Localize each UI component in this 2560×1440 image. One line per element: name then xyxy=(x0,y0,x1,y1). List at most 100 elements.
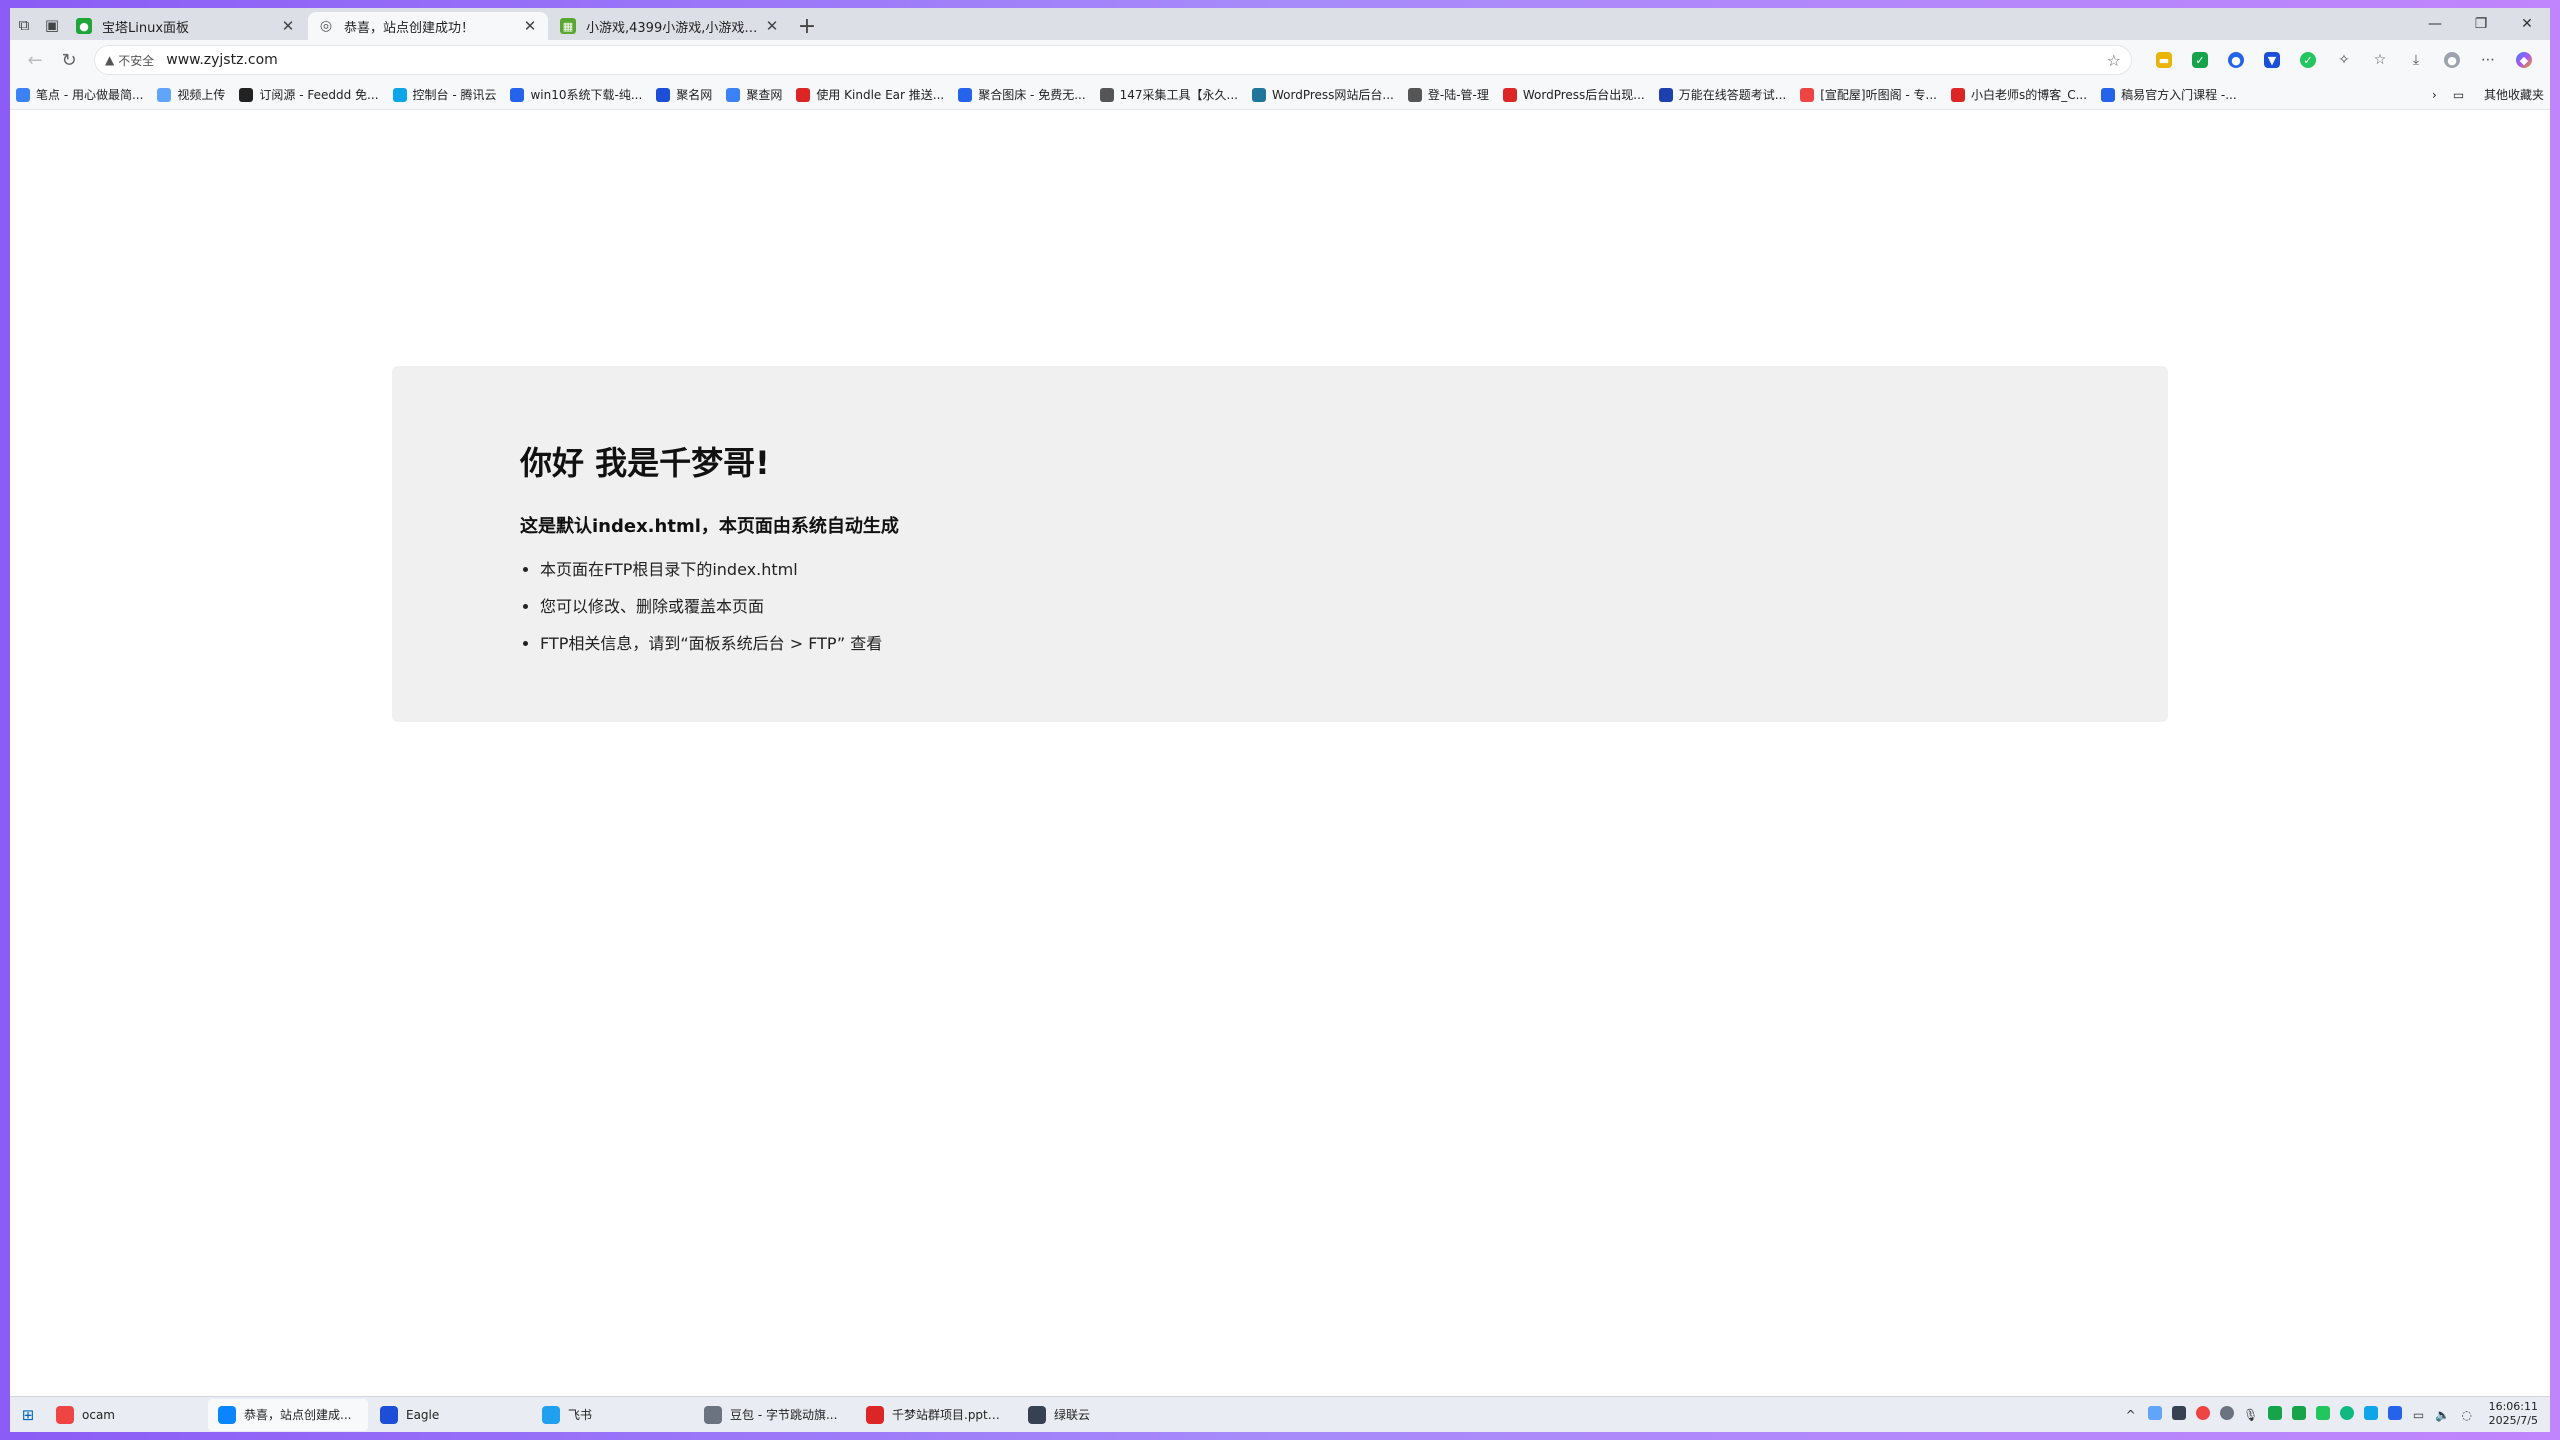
tab-4399[interactable]: ▦ 小游戏,4399小游戏,小游戏大全,双... ✕ xyxy=(550,12,790,40)
taskbar-app[interactable]: 绿联云 xyxy=(1018,1399,1178,1431)
taskbar-app[interactable]: 千梦站群项目.pptx... xyxy=(856,1399,1016,1431)
microphone-icon[interactable]: 🎙 xyxy=(2239,1408,2263,1422)
network-icon[interactable]: ▭ xyxy=(2407,1408,2431,1422)
bookmark-favicon-icon xyxy=(1658,87,1673,102)
bookmark-item[interactable]: WordPress网站后台... xyxy=(1252,86,1394,103)
tray-app-icon[interactable] xyxy=(2167,1406,2191,1423)
tray-app-icon[interactable] xyxy=(2215,1406,2239,1423)
page-viewport: 你好 我是千梦哥! 这是默认index.html，本页面由系统自动生成 本页面在… xyxy=(10,111,2550,1399)
favorite-star-icon[interactable]: ☆ xyxy=(2107,51,2121,70)
taskbar-app[interactable]: 飞书 xyxy=(532,1399,692,1431)
bookmark-favicon-icon xyxy=(1099,87,1114,102)
tab-bt-panel[interactable]: ● 宝塔Linux面板 ✕ xyxy=(66,12,306,40)
taskbar-app[interactable]: 恭喜，站点创建成... xyxy=(208,1398,368,1431)
globe-icon: ◎ xyxy=(319,18,333,34)
favorites-icon[interactable]: ☆ xyxy=(2362,45,2398,75)
info-list: 本页面在FTP根目录下的index.html 您可以修改、删除或覆盖本页面 FT… xyxy=(520,560,2040,654)
close-icon[interactable]: ✕ xyxy=(522,17,538,35)
chevron-up-icon[interactable]: ^ xyxy=(2119,1408,2143,1422)
taskbar-app-label: ocam xyxy=(82,1407,115,1422)
close-icon[interactable]: ✕ xyxy=(764,17,780,35)
taskbar: ⊞ ocam 恭喜，站点创建成... Eagle 飞书 豆包 - 字节跳动旗... 千梦站… xyxy=(10,1396,2550,1432)
check-extension-icon[interactable]: ✓ xyxy=(2182,45,2218,75)
input-method-icon[interactable] xyxy=(2383,1406,2407,1423)
bookmark-favicon-icon xyxy=(157,87,172,102)
bookmarks-overflow: › ▭ 其他收藏夹 xyxy=(2416,86,2544,103)
bookmark-label: WordPress网站后台... xyxy=(1272,88,1394,102)
refresh-icon[interactable]: ↻ xyxy=(52,44,86,76)
chevron-right-icon[interactable]: › xyxy=(2432,88,2437,102)
more-menu-icon[interactable]: ⋯ xyxy=(2470,45,2506,75)
windows-start-icon[interactable]: ⊞ xyxy=(10,1397,46,1433)
workspaces-icon[interactable]: ⧉ xyxy=(10,10,38,40)
taskbar-app-label: 豆包 - 字节跳动旗... xyxy=(730,1408,838,1422)
back-arrow-icon[interactable]: ← xyxy=(18,44,52,76)
tray-app-icon[interactable] xyxy=(2143,1406,2167,1423)
content-card: 你好 我是千梦哥! 这是默认index.html，本页面由系统自动生成 本页面在… xyxy=(392,366,2168,722)
address-bar[interactable]: ▲ 不安全 www.zyjstz.com ☆ xyxy=(94,45,2132,75)
tab-title: 恭喜，站点创建成功！ xyxy=(344,20,475,36)
tab-actions-icon[interactable]: ▣ xyxy=(38,10,66,40)
bookmark-label: 订阅源 - Feeddd 免... xyxy=(259,88,379,102)
new-tab-button[interactable]: + xyxy=(792,12,822,40)
url-text[interactable]: www.zyjstz.com xyxy=(166,52,2106,68)
other-favorites[interactable]: ▭ 其他收藏夹 xyxy=(2453,86,2544,103)
bookmark-item[interactable]: 小白老师s的博客_C... xyxy=(1950,86,2088,103)
bookmark-item[interactable]: win10系统下载-纯... xyxy=(510,86,642,103)
copilot-icon[interactable]: ◆ xyxy=(2506,45,2542,75)
taskbar-app[interactable]: Eagle xyxy=(370,1399,530,1431)
close-window-icon[interactable]: ✕ xyxy=(2504,8,2550,40)
extensions-puzzle-icon[interactable]: ✧ xyxy=(2326,45,2362,75)
bookmark-label: 视频上传 xyxy=(177,88,226,102)
blue-circle-extension-icon[interactable]: ● xyxy=(2218,45,2254,75)
notification-icon[interactable]: ◌ xyxy=(2455,1408,2479,1422)
bookmark-label: 聚名网 xyxy=(676,88,713,102)
tab-site-created[interactable]: ◎ 恭喜，站点创建成功！ ✕ xyxy=(308,12,548,40)
bookmark-favicon-icon xyxy=(726,87,741,102)
taskbar-app-icon xyxy=(56,1405,74,1424)
folder-extension-icon[interactable]: ▬ xyxy=(2146,45,2182,75)
profile-avatar-icon[interactable]: ● xyxy=(2434,45,2470,75)
bookmark-item[interactable]: 控制台 - 腾讯云 xyxy=(392,86,496,103)
browser-window: ⧉ ▣ ● 宝塔Linux面板 ✕ ◎ 恭喜，站点创建成功！ ✕ ▦ 小游戏,4… xyxy=(10,8,2550,1432)
security-label: 不安全 xyxy=(118,53,155,68)
wechat-icon[interactable] xyxy=(2311,1406,2335,1423)
wechat-icon[interactable] xyxy=(2287,1406,2311,1423)
taskbar-app[interactable]: 豆包 - 字节跳动旗... xyxy=(694,1399,854,1431)
extensions-area: ▬ ✓ ● ▼ ✓ ✧ ☆ ⤓ ● ⋯ ◆ xyxy=(2146,45,2542,75)
bookmark-label: 小白老师s的博客_C... xyxy=(1970,88,2088,102)
download-icon[interactable]: ⤓ xyxy=(2398,45,2434,75)
bookmark-extension-icon[interactable]: ▼ xyxy=(2254,45,2290,75)
tab-strip: ⧉ ▣ ● 宝塔Linux面板 ✕ ◎ 恭喜，站点创建成功！ ✕ ▦ 小游戏,4… xyxy=(10,8,2550,40)
tray-app-icon[interactable] xyxy=(2335,1406,2359,1423)
security-indicator[interactable]: ▲ 不安全 xyxy=(105,52,154,69)
tab-title: 小游戏,4399小游戏,小游戏大全,双... xyxy=(586,20,764,36)
bookmark-item[interactable]: 万能在线答题考试... xyxy=(1658,86,1786,103)
bookmark-item[interactable]: 视频上传 xyxy=(157,86,225,103)
tab-title: 宝塔Linux面板 xyxy=(102,20,190,36)
wechat-icon[interactable] xyxy=(2263,1406,2287,1423)
bookmark-item[interactable]: 登-陆-管-理 xyxy=(1407,86,1489,103)
system-clock[interactable]: 16:06:11 2025/7/5 xyxy=(2479,1397,2550,1433)
close-icon[interactable]: ✕ xyxy=(280,17,296,35)
bookmark-item[interactable]: 稿易官方入门课程 -... xyxy=(2101,86,2237,103)
record-icon[interactable] xyxy=(2191,1406,2215,1423)
volume-icon[interactable]: 🔈 xyxy=(2431,1408,2455,1422)
bookmark-item[interactable]: 聚合图床 - 免费无... xyxy=(958,86,1086,103)
bookmark-item[interactable]: 使用 Kindle Ear 推送... xyxy=(796,86,944,103)
bookmark-item[interactable]: 聚名网 xyxy=(656,86,712,103)
bookmark-favicon-icon xyxy=(1950,87,1965,102)
cloud-icon[interactable] xyxy=(2359,1406,2383,1423)
bookmark-item[interactable]: 笔点 - 用心做最简... xyxy=(16,86,143,103)
bookmark-item[interactable]: 聚查网 xyxy=(726,86,782,103)
shield-extension-icon[interactable]: ✓ xyxy=(2290,45,2326,75)
taskbar-app[interactable]: ocam xyxy=(46,1399,206,1431)
restore-icon[interactable]: ❐ xyxy=(2458,8,2504,40)
bookmark-item[interactable]: [宣配屋]听图阁 - 专... xyxy=(1800,86,1937,103)
bookmark-item[interactable]: WordPress后台出现... xyxy=(1502,86,1645,103)
bookmark-item[interactable]: 订阅源 - Feeddd 免... xyxy=(239,86,379,103)
bookmark-item[interactable]: 147采集工具【永久... xyxy=(1099,86,1238,103)
taskbar-app-label: 飞书 xyxy=(568,1408,593,1422)
bookmark-label: 登-陆-管-理 xyxy=(1427,88,1489,102)
minimize-icon[interactable]: — xyxy=(2412,8,2458,40)
